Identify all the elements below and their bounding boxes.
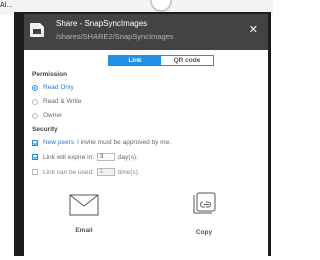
copy-button[interactable]: Copy (179, 192, 229, 236)
checkbox-checked-icon[interactable] (32, 139, 38, 146)
radio-read-write[interactable]: Read & Write (32, 98, 82, 105)
radio-unchecked-icon[interactable] (32, 112, 38, 119)
used-label: Link can be used: (43, 168, 94, 176)
dialog-title: Share - SnapSyncImages (56, 19, 148, 28)
checkbox-checked-icon[interactable] (32, 154, 38, 160)
radio-checked-icon[interactable] (32, 84, 38, 91)
used-suffix: time(s). (117, 168, 140, 176)
radio-unchecked-icon[interactable] (32, 98, 38, 105)
mail-icon (69, 194, 99, 216)
radio-label: Read Only (43, 84, 74, 91)
option-new-peers[interactable]: New peers I invite must be approved by m… (32, 139, 171, 146)
expire-days-input[interactable]: 3 (96, 153, 115, 161)
tab-bar: Link QR code (108, 55, 214, 66)
radio-owner[interactable]: Owner (32, 112, 62, 119)
share-dialog: Share - SnapSyncImages /shares/SHARE2/Sn… (24, 14, 268, 256)
radio-label: Read & Write (43, 98, 82, 105)
permission-title: Permission (32, 71, 68, 78)
copy-label: Copy (195, 229, 213, 236)
new-peers-text: I invite must be approved by me. (77, 139, 172, 146)
background-text: AI... (0, 2, 13, 9)
radio-read-only[interactable]: Read Only (32, 84, 74, 91)
option-link-used[interactable]: Link can be used: 1 time(s). (32, 168, 140, 176)
option-link-expire[interactable]: Link will expire in: 3 day(s). (32, 153, 138, 161)
security-title: Security (32, 126, 58, 133)
tab-link[interactable]: Link (109, 56, 161, 65)
new-peers-link[interactable]: New peers (43, 139, 74, 146)
radio-label: Owner (43, 112, 63, 119)
expire-label: Link will expire in: (43, 153, 94, 161)
dialog-header: Share - SnapSyncImages /shares/SHARE2/Sn… (24, 14, 268, 50)
background-circle-icon (150, 0, 172, 12)
used-times-input[interactable]: 1 (96, 168, 115, 176)
copy-link-icon (193, 192, 216, 214)
dialog-path: /shares/SHARE2/SnapSyncImages (56, 32, 174, 41)
email-button[interactable]: Email (59, 194, 109, 234)
email-label: Email (75, 227, 93, 234)
folder-icon (30, 23, 44, 37)
close-icon[interactable]: ✕ (249, 25, 258, 36)
expire-suffix: day(s). (117, 153, 138, 161)
checkbox-unchecked-icon[interactable] (32, 169, 38, 175)
tab-qr-code[interactable]: QR code (161, 56, 213, 65)
